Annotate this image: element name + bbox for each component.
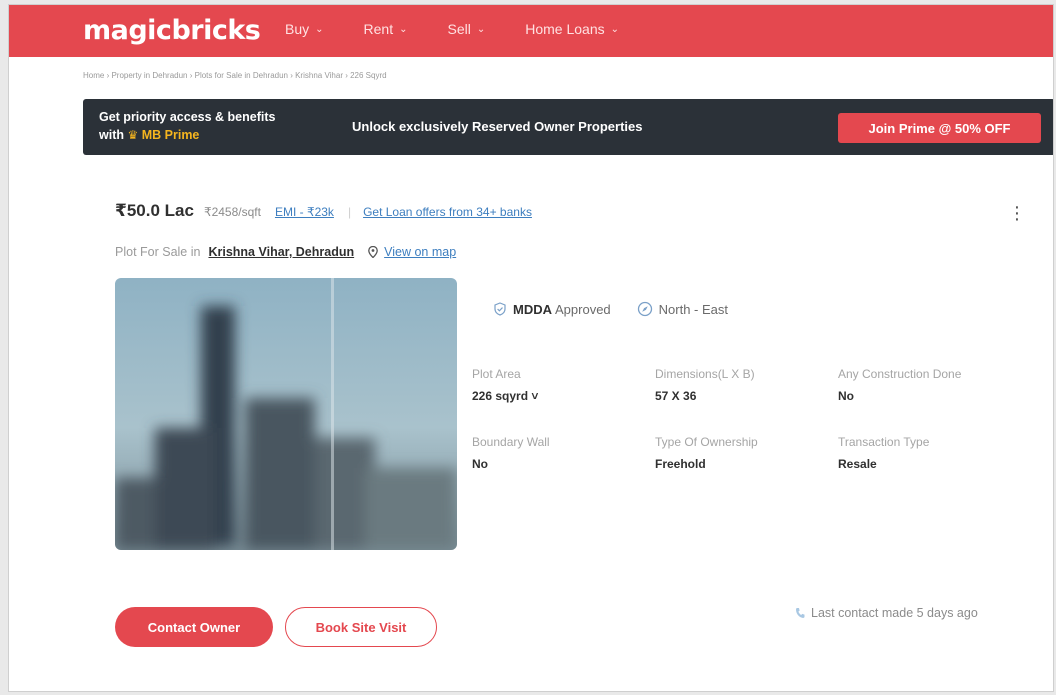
- prime-message: Unlock exclusively Reserved Owner Proper…: [352, 119, 643, 134]
- fact-label: Type Of Ownership: [655, 435, 758, 449]
- location-link[interactable]: Krishna Vihar, Dehradun: [208, 245, 354, 259]
- fact-value: No: [838, 389, 854, 403]
- approval-badge: MDDA Approved: [493, 302, 611, 317]
- fact-value: Resale: [838, 457, 877, 471]
- location-prefix: Plot For Sale in: [115, 245, 201, 259]
- shield-check-icon: [494, 302, 506, 316]
- fact-value: 57 X 36: [655, 389, 697, 403]
- magicbricks-logo[interactable]: magicbricks: [83, 15, 261, 46]
- join-prime-button[interactable]: Join Prime @ 50% OFF: [838, 113, 1041, 143]
- facing-badge: North - East: [637, 301, 728, 317]
- fact-label: Any Construction Done: [838, 367, 962, 381]
- prime-pitch: Get priority access & benefits with ♛ MB…: [99, 108, 275, 144]
- more-options-icon[interactable]: · · ·: [1012, 197, 1022, 229]
- mb-prime-brand: MB Prime: [141, 128, 200, 142]
- nav-sell-label: Sell: [447, 21, 471, 37]
- fact-value[interactable]: 226 sqyrd ˅: [472, 389, 652, 403]
- fact-label: Dimensions(L X B): [655, 367, 755, 381]
- fact-label: Plot Area: [472, 367, 521, 381]
- breadcrumb[interactable]: Home › Property in Dehradun › Plots for …: [83, 71, 387, 80]
- location-row: Plot For Sale in Krishna Vihar, Dehradun…: [115, 245, 456, 259]
- chevron-down-icon: ⌄: [476, 23, 486, 35]
- nav-buy-label: Buy: [285, 21, 310, 37]
- last-contact-info: Last contact made 5 days ago: [795, 606, 978, 620]
- contact-owner-button[interactable]: Contact Owner: [115, 607, 273, 647]
- prime-banner: Get priority access & benefits with ♛ MB…: [83, 99, 1053, 155]
- fact-dimensions: Dimensions(L X B) 57 X 36: [655, 367, 793, 403]
- compass-icon: [637, 301, 652, 317]
- separator: |: [347, 205, 352, 219]
- fact-plot-area: Plot Area 226 sqyrd ˅: [472, 367, 652, 403]
- nav-home-loans-label: Home Loans: [525, 21, 605, 37]
- chevron-down-icon: ⌄: [610, 23, 620, 35]
- phone-icon: [796, 608, 805, 618]
- nav-rent[interactable]: Rent ⌄: [364, 21, 408, 37]
- property-photo-image: [115, 278, 457, 550]
- approval-authority: MDDA: [513, 301, 552, 317]
- view-on-map-link[interactable]: View on map: [384, 245, 456, 259]
- fact-label: Boundary Wall: [472, 435, 550, 449]
- crown-icon: ♛: [127, 128, 139, 142]
- fact-value: No: [472, 457, 488, 471]
- fact-label: Transaction Type: [838, 435, 930, 449]
- prime-pitch-line1: Get priority access & benefits: [99, 110, 276, 124]
- prime-pitch-with: with: [99, 128, 124, 142]
- property-photo[interactable]: [115, 278, 457, 550]
- fact-ownership: Type Of Ownership Freehold: [655, 435, 793, 471]
- chevron-down-icon: ⌄: [315, 23, 324, 35]
- page: magicbricks Buy ⌄ Rent ⌄ Sell ⌄ Home Loa…: [8, 4, 1054, 692]
- nav-home-loans[interactable]: Home Loans ⌄: [525, 21, 619, 37]
- price-row: ₹50.0 Lac ₹2458/sqft EMI - ₹23k | Get Lo…: [115, 201, 532, 221]
- book-site-visit-button[interactable]: Book Site Visit: [285, 607, 437, 647]
- nav-buy[interactable]: Buy ⌄: [285, 21, 324, 37]
- loan-offers-link[interactable]: Get Loan offers from 34+ banks: [363, 205, 532, 219]
- fact-value: Freehold: [655, 457, 706, 471]
- last-contact-text: Last contact made 5 days ago: [811, 606, 978, 620]
- approval-badges: MDDA Approved North - East: [493, 301, 754, 317]
- nav-rent-label: Rent: [363, 21, 394, 37]
- facing-text: North - East: [658, 301, 729, 317]
- fact-construction: Any Construction Done No: [838, 367, 1018, 403]
- map-pin-icon: [368, 246, 378, 258]
- fact-boundary-wall: Boundary Wall No: [472, 435, 652, 471]
- nav-sell[interactable]: Sell ⌄: [447, 21, 485, 37]
- chevron-down-icon: ⌄: [399, 23, 408, 35]
- main-nav: Buy ⌄ Rent ⌄ Sell ⌄ Home Loans ⌄: [285, 21, 659, 37]
- price-per-sqft: ₹2458/sqft: [203, 205, 261, 219]
- prime-pitch-line2: with ♛ MB Prime: [99, 126, 275, 144]
- top-navigation-bar: magicbricks Buy ⌄ Rent ⌄ Sell ⌄ Home Loa…: [9, 5, 1053, 57]
- approval-text: Approved: [555, 301, 611, 317]
- fact-transaction-type: Transaction Type Resale: [838, 435, 1018, 471]
- price: ₹50.0 Lac: [115, 201, 194, 220]
- emi-link[interactable]: EMI - ₹23k: [275, 205, 334, 219]
